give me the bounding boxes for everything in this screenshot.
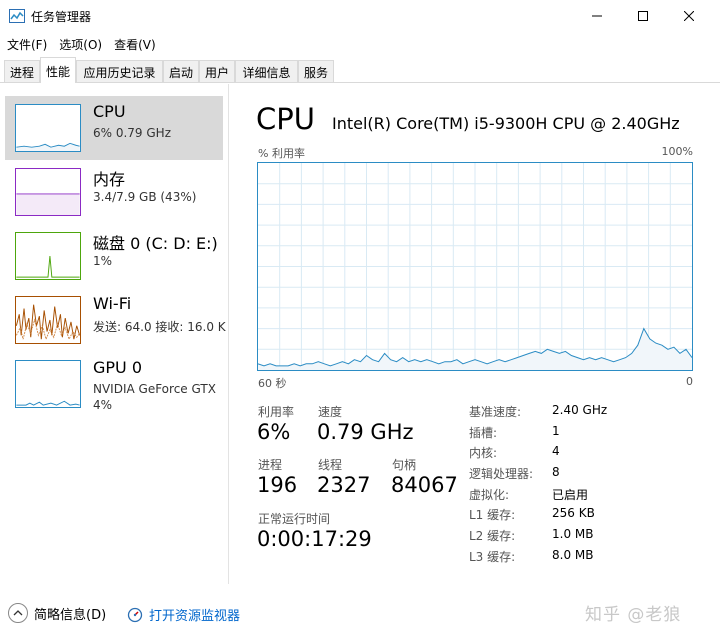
spec-logical-processors-label: 逻辑处理器: bbox=[469, 467, 534, 481]
resource-item-wifi[interactable]: Wi-Fi 发送: 64.0 接收: 16.0 K bbox=[5, 288, 226, 352]
spec-sockets-value: 1 bbox=[552, 424, 560, 438]
tab-users[interactable]: 用户 bbox=[199, 60, 235, 82]
maximize-button[interactable] bbox=[620, 0, 666, 32]
minimize-icon bbox=[592, 15, 602, 17]
resource-item-memory[interactable]: 内存 3.4/7.9 GB (43%) bbox=[5, 160, 223, 224]
fewer-details-button[interactable]: 简略信息(D) bbox=[8, 603, 106, 623]
handles-label: 句柄 bbox=[392, 458, 417, 472]
resource-list: CPU 6% 0.79 GHz 内存 3.4/7.9 GB (43%) 磁盘 0… bbox=[0, 84, 229, 584]
title-bar: 任务管理器 bbox=[0, 0, 720, 33]
spec-cores-label: 内核: bbox=[469, 446, 498, 460]
resource-detail: 3.4/7.9 GB (43%) bbox=[93, 190, 197, 204]
resource-name: GPU 0 bbox=[93, 358, 143, 377]
resource-detail: 6% 0.79 GHz bbox=[93, 126, 172, 140]
tab-startup[interactable]: 启动 bbox=[163, 60, 199, 82]
spec-logical-processors-value: 8 bbox=[552, 465, 560, 479]
spec-l3-cache-value: 8.0 MB bbox=[552, 548, 594, 562]
cpu-heading: CPU bbox=[256, 102, 315, 136]
menu-view[interactable]: 查看(V) bbox=[107, 33, 161, 55]
menu-bar: 文件(F) 选项(O) 查看(V) bbox=[0, 33, 720, 55]
uptime-label: 正常运行时间 bbox=[258, 512, 331, 526]
window-title: 任务管理器 bbox=[31, 10, 92, 24]
resource-item-disk[interactable]: 磁盘 0 (C: D: E:) 1% bbox=[5, 224, 223, 288]
resource-name: CPU bbox=[93, 102, 126, 121]
spec-l2-cache-value: 1.0 MB bbox=[552, 527, 594, 541]
fewer-details-label: 简略信息(D) bbox=[34, 607, 107, 623]
resource-name: 内存 bbox=[93, 170, 126, 189]
resource-detail: 1% bbox=[93, 254, 113, 268]
cpu-utilization-graph bbox=[257, 162, 693, 371]
resource-name: Wi-Fi bbox=[93, 294, 132, 313]
resource-item-cpu[interactable]: CPU 6% 0.79 GHz bbox=[5, 96, 223, 160]
cpu-thumbnail bbox=[15, 104, 81, 152]
wifi-thumbnail bbox=[15, 296, 81, 344]
open-resource-monitor-link[interactable]: 打开资源监视器 bbox=[127, 605, 240, 624]
tab-processes[interactable]: 进程 bbox=[4, 60, 40, 82]
spec-sockets-label: 插槽: bbox=[469, 426, 498, 440]
uptime-value: 0:00:17:29 bbox=[257, 527, 372, 551]
minimize-button[interactable] bbox=[574, 0, 620, 32]
tab-services[interactable]: 服务 bbox=[298, 60, 334, 82]
spec-cores-value: 4 bbox=[552, 444, 560, 458]
threads-label: 线程 bbox=[318, 458, 343, 472]
graph-grid bbox=[258, 163, 692, 370]
resource-monitor-icon bbox=[127, 607, 143, 622]
graph-axis-right: 0 bbox=[686, 375, 693, 388]
close-button[interactable] bbox=[666, 0, 712, 32]
speed-value: 0.79 GHz bbox=[317, 420, 414, 444]
utilization-graph-max: 100% bbox=[661, 145, 693, 158]
disk-thumbnail bbox=[15, 232, 81, 280]
task-manager-icon bbox=[9, 9, 25, 23]
spec-l3-cache-label: L3 缓存: bbox=[469, 550, 516, 564]
tab-app-history[interactable]: 应用历史记录 bbox=[76, 60, 163, 82]
tab-details[interactable]: 详细信息 bbox=[235, 60, 298, 82]
spec-virtualization-label: 虚拟化: bbox=[469, 488, 510, 502]
utilization-graph-label: % 利用率 bbox=[258, 147, 305, 160]
handles-value: 84067 bbox=[391, 473, 458, 497]
speed-label: 速度 bbox=[318, 405, 343, 419]
collapse-icon bbox=[8, 603, 28, 623]
resource-detail-secondary: 4% bbox=[93, 398, 113, 412]
cpu-model: Intel(R) Core(TM) i5-9300H CPU @ 2.40GHz bbox=[332, 114, 680, 133]
utilization-value: 6% bbox=[257, 420, 291, 444]
utilization-label: 利用率 bbox=[258, 405, 295, 419]
resource-name: 磁盘 0 (C: D: E:) bbox=[93, 234, 218, 253]
menu-file[interactable]: 文件(F) bbox=[0, 33, 52, 55]
memory-thumbnail bbox=[15, 168, 81, 216]
spec-l2-cache-label: L2 缓存: bbox=[469, 529, 516, 543]
spec-l1-cache-label: L1 缓存: bbox=[469, 508, 516, 522]
spec-l1-cache-value: 256 KB bbox=[552, 506, 595, 520]
processes-value: 196 bbox=[257, 473, 298, 497]
resource-detail: NVIDIA GeForce GTX bbox=[93, 382, 216, 396]
processes-label: 进程 bbox=[258, 458, 283, 472]
close-icon bbox=[684, 11, 694, 21]
tab-performance[interactable]: 性能 bbox=[40, 57, 76, 83]
spec-virtualization-value: 已启用 bbox=[552, 488, 589, 502]
spec-base-speed-value: 2.40 GHz bbox=[552, 403, 608, 417]
watermark: 知乎 @老狼 bbox=[585, 605, 682, 625]
menu-options[interactable]: 选项(O) bbox=[52, 33, 107, 55]
tab-bar: 进程 性能 应用历史记录 启动 用户 详细信息 服务 bbox=[0, 57, 720, 83]
resource-detail: 发送: 64.0 接收: 16.0 K bbox=[93, 320, 226, 334]
spec-base-speed-label: 基准速度: bbox=[469, 405, 522, 419]
resource-item-gpu[interactable]: GPU 0 NVIDIA GeForce GTX 4% bbox=[5, 352, 223, 416]
graph-axis-left: 60 秒 bbox=[258, 377, 287, 390]
gpu-thumbnail bbox=[15, 360, 81, 408]
threads-value: 2327 bbox=[317, 473, 371, 497]
maximize-icon bbox=[638, 11, 648, 21]
open-resource-monitor-label: 打开资源监视器 bbox=[149, 609, 241, 624]
